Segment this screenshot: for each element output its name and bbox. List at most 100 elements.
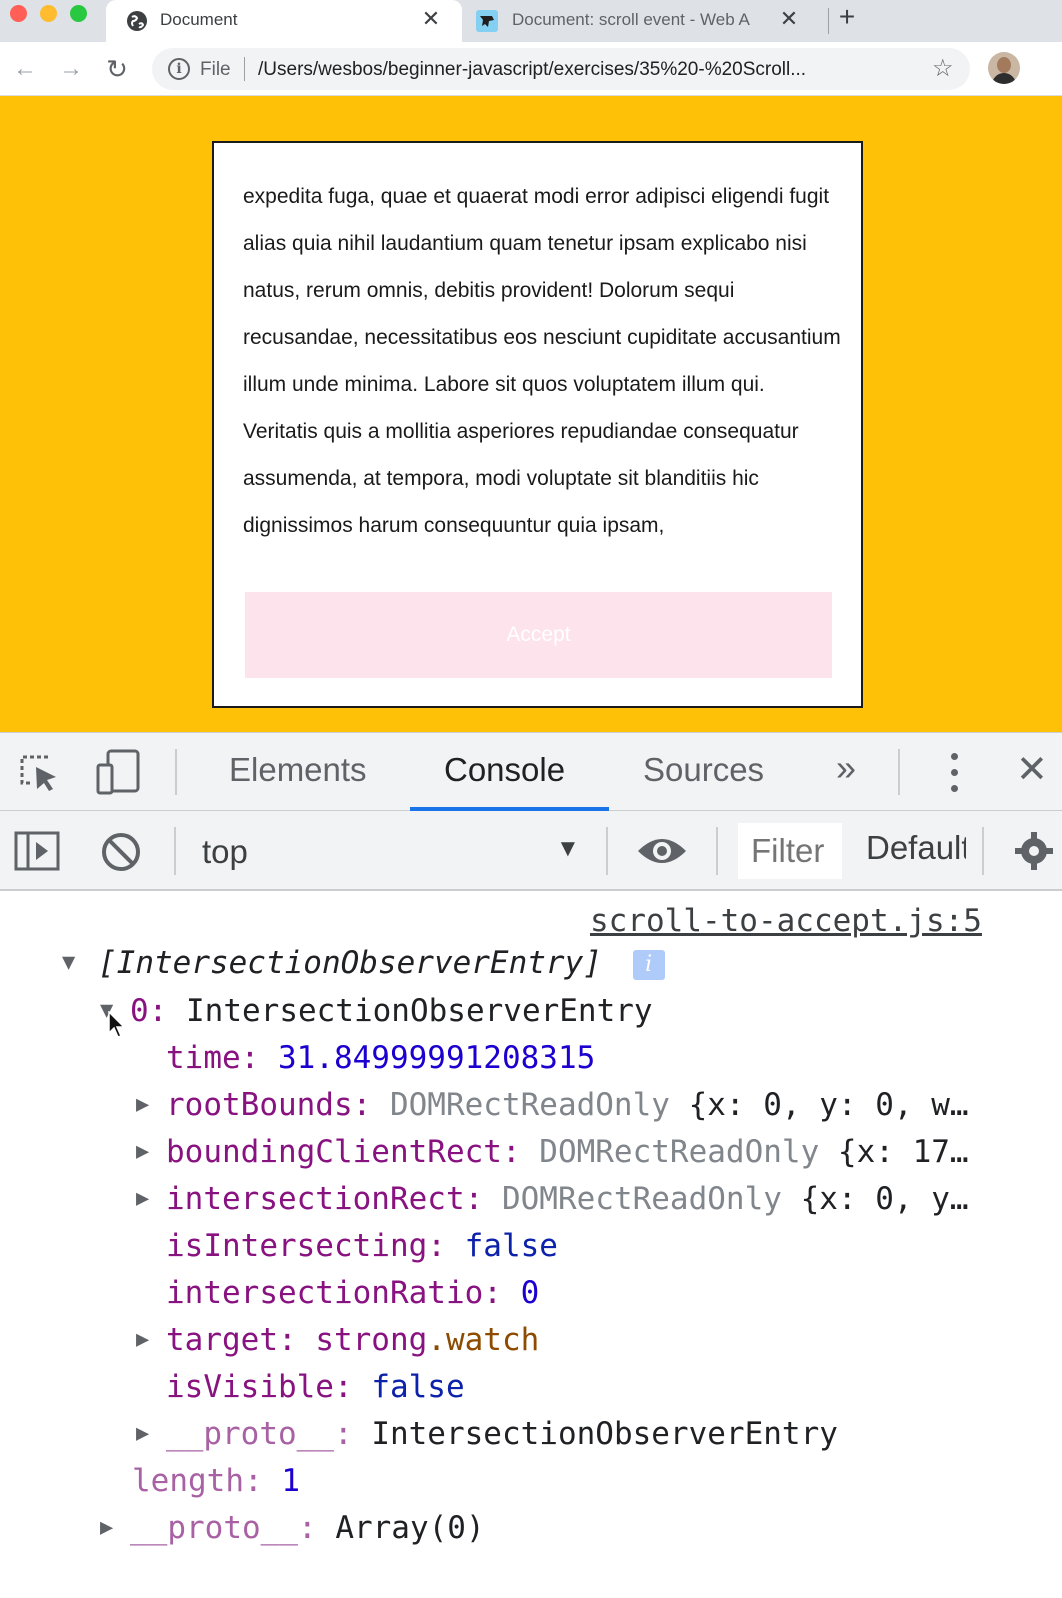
- tab-strip: Document ✕ Document: scroll event - Web …: [0, 0, 1062, 42]
- mouse-cursor-icon: [108, 1011, 126, 1038]
- show-sidebar-icon[interactable]: [14, 831, 60, 871]
- toolbar-divider: [716, 827, 718, 875]
- tab-title: Document: [160, 10, 238, 29]
- page-viewport: expedita fuga, quae et quaerat modi erro…: [0, 96, 1062, 732]
- prop-value: false: [371, 1369, 465, 1405]
- prop-type: DOMRectReadOnly: [539, 1134, 820, 1170]
- back-arrow-icon[interactable]: ←: [10, 54, 40, 84]
- prop-value: 1: [281, 1463, 300, 1499]
- target-tag: strong: [315, 1322, 428, 1358]
- tab-separator: [828, 8, 829, 34]
- log-levels-dropdown[interactable]: Default levels: [866, 829, 966, 867]
- mdn-dino-icon: [476, 10, 498, 32]
- toolbar-divider: [982, 827, 984, 875]
- prop-array-proto[interactable]: ▶ __proto__: Array(0): [100, 1508, 485, 1548]
- window-close-button[interactable]: [10, 5, 27, 22]
- browser-toolbar: ← → ↻ i File /Users/wesbos/beginner-java…: [0, 42, 1062, 96]
- prop-value: IntersectionObserverEntry: [371, 1416, 838, 1452]
- prop-key: target: [166, 1322, 278, 1358]
- profile-avatar[interactable]: [988, 52, 1020, 84]
- kebab-menu-icon[interactable]: [947, 753, 961, 793]
- tab-title: Document: scroll event - Web A: [512, 10, 750, 29]
- prop-boundingClientRect[interactable]: ▶ boundingClientRect: DOMRectReadOnly {x…: [136, 1132, 969, 1172]
- prop-key: __proto__: [130, 1510, 298, 1546]
- tab-mdn-scroll-event[interactable]: Document: scroll event - Web A ✕: [462, 0, 822, 42]
- inspect-element-icon[interactable]: [18, 753, 60, 795]
- prop-type: DOMRectReadOnly: [501, 1181, 782, 1217]
- omnibox-separator: [244, 57, 245, 81]
- source-link[interactable]: scroll-to-accept.js:5: [590, 903, 982, 939]
- tab-document[interactable]: Document ✕: [106, 0, 462, 42]
- prop-key: intersectionRatio: [166, 1275, 484, 1311]
- bookmark-star-icon[interactable]: ☆: [932, 54, 954, 83]
- window-zoom-button[interactable]: [70, 5, 87, 22]
- forward-arrow-icon[interactable]: →: [56, 54, 86, 84]
- prop-rootBounds[interactable]: ▶ rootBounds: DOMRectReadOnly {x: 0, y: …: [136, 1085, 969, 1125]
- prop-preview: {x: 17…: [837, 1134, 969, 1170]
- prop-entry-proto[interactable]: ▶ __proto__: IntersectionObserverEntry: [136, 1414, 838, 1454]
- tab-close-icon[interactable]: ✕: [418, 6, 444, 32]
- collapsed-triangle-icon[interactable]: ▶: [136, 1414, 149, 1454]
- prop-length: length: 1: [132, 1463, 300, 1499]
- prop-key: __proto__: [166, 1416, 334, 1452]
- prop-value: 0: [520, 1275, 540, 1311]
- toolbar-divider: [606, 827, 608, 875]
- context-selector[interactable]: top ▼: [190, 825, 590, 875]
- terms-box[interactable]: expedita fuga, quae et quaerat modi erro…: [212, 141, 863, 708]
- expanded-triangle-icon[interactable]: ▼: [62, 943, 75, 983]
- more-tabs-icon[interactable]: »: [836, 747, 856, 789]
- toolbar-divider: [174, 827, 176, 875]
- gear-icon[interactable]: [1014, 831, 1054, 871]
- tab-console[interactable]: Console: [444, 751, 565, 789]
- prop-value: false: [464, 1228, 558, 1264]
- array-label: [IntersectionObserverEntry]: [98, 945, 602, 981]
- console-filter-input[interactable]: [738, 823, 842, 879]
- address-bar[interactable]: i File /Users/wesbos/beginner-javascript…: [152, 48, 970, 90]
- prop-target[interactable]: ▶ target: strong.watch: [136, 1320, 539, 1360]
- live-expression-eye-icon[interactable]: [636, 833, 688, 869]
- log-array-row[interactable]: ▼ [IntersectionObserverEntry] i: [62, 943, 665, 983]
- entry-row[interactable]: ▼ 0: IntersectionObserverEntry: [100, 991, 653, 1031]
- collapsed-triangle-icon[interactable]: ▶: [136, 1179, 149, 1219]
- prop-key: isVisible: [166, 1369, 334, 1405]
- collapsed-triangle-icon[interactable]: ▶: [136, 1320, 149, 1360]
- prop-isVisible: isVisible: false: [166, 1369, 465, 1405]
- tab-sources[interactable]: Sources: [643, 751, 764, 789]
- prop-key: time: [166, 1040, 241, 1076]
- collapsed-triangle-icon[interactable]: ▶: [136, 1132, 149, 1172]
- new-tab-button[interactable]: +: [832, 0, 862, 36]
- entry-index: 0: [130, 993, 149, 1029]
- prop-intersectionRect[interactable]: ▶ intersectionRect: DOMRectReadOnly {x: …: [136, 1179, 969, 1219]
- tab-elements[interactable]: Elements: [229, 751, 367, 789]
- prop-isIntersecting: isIntersecting: false: [166, 1228, 558, 1264]
- target-class: .watch: [427, 1322, 540, 1358]
- prop-key: length: [132, 1463, 244, 1499]
- tab-close-icon[interactable]: ✕: [776, 6, 802, 32]
- collapsed-triangle-icon[interactable]: ▶: [136, 1085, 149, 1125]
- prop-key: intersectionRect: [166, 1181, 465, 1217]
- devtools-tabbar: Elements Console Sources » ✕: [0, 733, 1062, 811]
- reload-icon[interactable]: ↻: [102, 54, 132, 84]
- context-value: top: [202, 833, 248, 870]
- scheme-label: File: [200, 59, 231, 80]
- toolbar-divider: [175, 749, 177, 795]
- accept-button[interactable]: Accept: [245, 592, 832, 678]
- prop-key: boundingClientRect: [166, 1134, 502, 1170]
- globe-icon: [127, 11, 147, 31]
- prop-value: 31.84999991208315: [277, 1040, 596, 1076]
- window-minimize-button[interactable]: [40, 5, 57, 22]
- collapsed-triangle-icon[interactable]: ▶: [100, 1508, 113, 1548]
- devtools-panel: Elements Console Sources » ✕ top ▼ Filte…: [0, 732, 1062, 1598]
- terms-text: expedita fuga, quae et quaerat modi erro…: [243, 185, 841, 537]
- prop-preview: {x: 0, y: 0, w…: [688, 1087, 969, 1123]
- chevron-down-icon: ▼: [556, 835, 580, 862]
- url-text[interactable]: /Users/wesbos/beginner-javascript/exerci…: [258, 59, 898, 81]
- info-icon[interactable]: i: [168, 58, 190, 80]
- close-devtools-icon[interactable]: ✕: [1016, 747, 1048, 792]
- clear-console-icon[interactable]: [100, 831, 142, 873]
- prop-preview: {x: 0, y…: [800, 1181, 969, 1217]
- prop-key: rootBounds: [166, 1087, 353, 1123]
- device-toolbar-icon[interactable]: [96, 749, 142, 795]
- info-badge-icon[interactable]: i: [632, 949, 665, 980]
- prop-type: DOMRectReadOnly: [389, 1087, 670, 1123]
